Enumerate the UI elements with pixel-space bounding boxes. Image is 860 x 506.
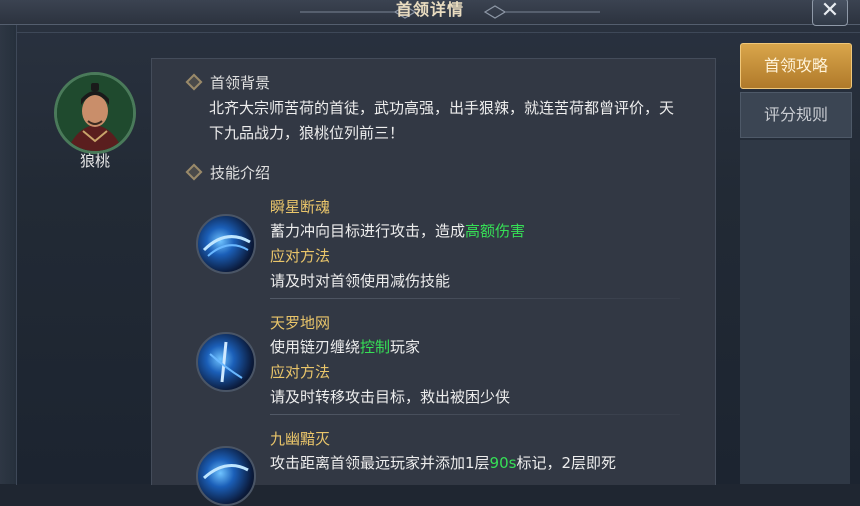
tab-scoring-rules[interactable]: 评分规则: [740, 92, 852, 138]
diamond-icon: [185, 73, 203, 91]
chain-blade-icon: [209, 341, 243, 383]
skill-icon-1: [196, 214, 256, 274]
left-edge-panel: [0, 0, 17, 484]
background-section-header: 首领背景: [185, 70, 271, 94]
dark-wave-icon: [202, 464, 249, 480]
skill-name-3: 九幽黯灭: [270, 430, 331, 448]
boss-avatar: [54, 72, 136, 154]
boss-portrait-image: [57, 75, 133, 151]
skill-desc-2: 使用链刃缠绕控制玩家: [270, 338, 421, 356]
skill-desc-3: 攻击距离首领最远玩家并添加1层90s标记，2层即死: [270, 454, 616, 472]
skill-desc-highlight: 控制: [360, 338, 391, 356]
background-heading: 首领背景: [210, 73, 271, 92]
diamond-icon: [185, 163, 203, 181]
title-bar: 首领详情: [0, 0, 860, 25]
skill-desc-highlight: 90s: [489, 454, 517, 472]
counter-label-1: 应对方法: [270, 247, 331, 265]
skill-icon-2: [196, 332, 256, 392]
background-text: 北齐大宗师苦荷的首徒，武功高强，出手狠辣，就连苦荷都曾评价，天下九品战力，狼桃位…: [209, 99, 675, 142]
boss-name: 狼桃: [79, 152, 110, 170]
skills-heading: 技能介绍: [210, 163, 271, 182]
skill-desc-1: 蓄力冲向目标进行攻击，造成高额伤害: [270, 222, 526, 240]
counter-text-1: 请及时对首领使用减伤技能: [270, 272, 451, 290]
skill-icon-3: [196, 446, 256, 506]
skill-divider: [270, 298, 680, 299]
skill-divider: [270, 414, 680, 415]
skills-section-header: 技能介绍: [185, 160, 271, 184]
tab-boss-strategy[interactable]: 首领攻略: [740, 43, 852, 89]
blade-slash-icon: [202, 235, 251, 257]
window-title: 首领详情: [395, 0, 464, 19]
skill-name-1: 瞬星断魂: [270, 198, 331, 216]
tabs-background: [740, 140, 850, 484]
counter-text-2: 请及时转移攻击目标，救出被困少侠: [270, 388, 511, 406]
close-icon: ✕: [820, 0, 840, 23]
close-button[interactable]: ✕: [812, 0, 848, 26]
counter-label-2: 应对方法: [270, 363, 331, 381]
skill-desc-highlight: 高额伤害: [465, 222, 526, 240]
skill-name-2: 天罗地网: [270, 314, 331, 332]
